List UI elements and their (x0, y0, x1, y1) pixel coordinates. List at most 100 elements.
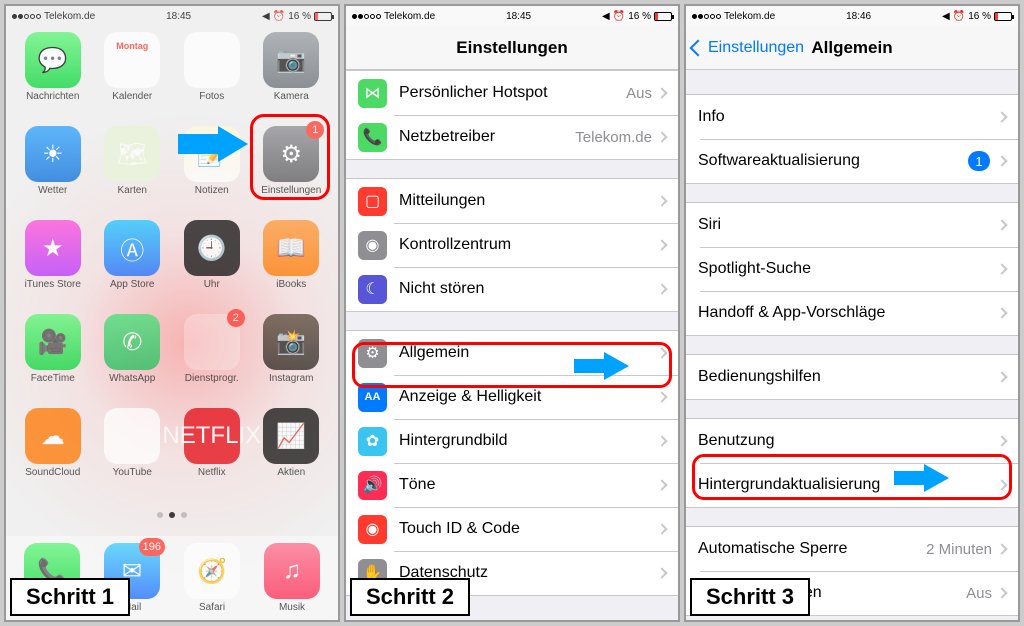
ibooks-icon: 📖 (263, 220, 319, 276)
row-personal-hotspot[interactable]: ⋈Persönlicher HotspotAus (346, 71, 678, 115)
app-maps[interactable]: 🗺Karten (96, 126, 170, 218)
alarm-icon: ⏰ (613, 11, 625, 22)
chevron-icon (656, 283, 667, 294)
app-appstore[interactable]: ⒶApp Store (96, 220, 170, 312)
status-bar: Telekom.de 18:45 ◀⏰16 % (346, 6, 678, 26)
panel-step1: Telekom.de 18:45 ◀ ⏰ 16 % 💬Nachrichten M… (4, 4, 340, 622)
row-sounds[interactable]: 🔊Töne (346, 463, 678, 507)
row-usage[interactable]: Benutzung (686, 419, 1018, 463)
app-messages[interactable]: 💬Nachrichten (16, 32, 90, 124)
row-spotlight[interactable]: Spotlight-Suche (686, 247, 1018, 291)
folder-icon: 2 (184, 314, 240, 370)
carrier-label: Telekom.de (724, 11, 775, 22)
home-grid: 💬Nachrichten Montag18Kalender ✿Fotos 📷Ka… (6, 26, 338, 500)
general-icon: ⚙ (358, 339, 387, 368)
row-do-not-disturb[interactable]: ☾Nicht stören (346, 267, 678, 311)
badge: 1 (306, 121, 324, 139)
carrier-icon: 📞 (358, 123, 387, 152)
signal-icon (352, 14, 381, 19)
status-bar: Telekom.de 18:46 ◀⏰16 % (686, 6, 1018, 26)
control-center-icon: ◉ (358, 231, 387, 260)
row-control-center[interactable]: ◉Kontrollzentrum (346, 223, 678, 267)
row-auto-lock[interactable]: Automatische Sperre2 Minuten (686, 527, 1018, 571)
app-youtube[interactable]: ▶YouTube (96, 408, 170, 500)
stocks-icon: 📈 (263, 408, 319, 464)
whatsapp-icon: ✆ (104, 314, 160, 370)
status-bar: Telekom.de 18:45 ◀ ⏰ 16 % (6, 6, 338, 26)
badge: 196 (139, 538, 165, 556)
chevron-icon (996, 263, 1007, 274)
step-label: Schritt 3 (690, 578, 810, 616)
signal-icon (12, 14, 41, 19)
battery-icon (994, 12, 1012, 21)
row-display-brightness[interactable]: AAAnzeige & Helligkeit (346, 375, 678, 419)
app-camera[interactable]: 📷Kamera (255, 32, 329, 124)
chevron-icon (656, 87, 667, 98)
row-siri[interactable]: Siri (686, 203, 1018, 247)
maps-icon: 🗺 (104, 126, 160, 182)
wallpaper-icon: ✿ (358, 427, 387, 456)
carrier-label: Telekom.de (384, 11, 435, 22)
battery-icon (654, 12, 672, 21)
app-clock[interactable]: 🕘Uhr (175, 220, 249, 312)
app-notes[interactable]: 📝Notizen (175, 126, 249, 218)
row-touchid[interactable]: ◉Touch ID & Code (346, 507, 678, 551)
row-about[interactable]: Info (686, 95, 1018, 139)
row-carrier[interactable]: 📞NetzbetreiberTelekom.de (346, 115, 678, 159)
chevron-icon (656, 479, 667, 490)
row-general[interactable]: ⚙Allgemein (346, 331, 678, 375)
panel-step3: Telekom.de 18:46 ◀⏰16 % Einstellungen Al… (684, 4, 1020, 622)
app-stocks[interactable]: 📈Aktien (255, 408, 329, 500)
app-calendar[interactable]: Montag18Kalender (96, 32, 170, 124)
app-facetime[interactable]: 🎥FaceTime (16, 314, 90, 406)
nav-bar: Einstellungen Allgemein (686, 26, 1018, 70)
messages-icon: 💬 (25, 32, 81, 88)
app-settings[interactable]: ⚙1 Einstellungen (255, 126, 329, 218)
app-utilities-folder[interactable]: 2Dienstprogr. (175, 314, 249, 406)
chevron-icon (996, 111, 1007, 122)
notes-icon: 📝 (184, 126, 240, 182)
calendar-icon: Montag18 (104, 32, 160, 88)
page-indicator[interactable] (6, 512, 338, 518)
app-whatsapp[interactable]: ✆WhatsApp (96, 314, 170, 406)
notifications-icon: ▢ (358, 187, 387, 216)
battery-percent: 16 % (968, 11, 991, 22)
battery-percent: 16 % (288, 11, 311, 22)
location-icon: ◀ (602, 11, 610, 22)
app-music[interactable]: ♫Musik (264, 543, 320, 613)
settings-list[interactable]: ⋈Persönlicher HotspotAus 📞NetzbetreiberT… (346, 70, 678, 620)
app-instagram[interactable]: 📸Instagram (255, 314, 329, 406)
dnd-icon: ☾ (358, 275, 387, 304)
hotspot-icon: ⋈ (358, 79, 387, 108)
chevron-icon (996, 435, 1007, 446)
page-title: Einstellungen (456, 38, 567, 58)
page-title: Allgemein (811, 38, 892, 58)
row-accessibility[interactable]: Bedienungshilfen (686, 355, 1018, 399)
app-photos[interactable]: ✿Fotos (175, 32, 249, 124)
app-itunes[interactable]: ★iTunes Store (16, 220, 90, 312)
app-safari[interactable]: 🧭Safari (184, 543, 240, 613)
weather-icon: ☀ (25, 126, 81, 182)
itunes-icon: ★ (25, 220, 81, 276)
row-software-update[interactable]: Softwareaktualisierung1 (686, 139, 1018, 183)
chevron-icon (996, 307, 1007, 318)
appstore-icon: Ⓐ (104, 220, 160, 276)
row-notifications[interactable]: ▢Mitteilungen (346, 179, 678, 223)
chevron-icon (996, 219, 1007, 230)
soundcloud-icon: ☁ (25, 408, 81, 464)
row-wallpaper[interactable]: ✿Hintergrundbild (346, 419, 678, 463)
general-list[interactable]: Info Softwareaktualisierung1 Siri Spotli… (686, 70, 1018, 620)
chevron-icon (656, 435, 667, 446)
app-weather[interactable]: ☀Wetter (16, 126, 90, 218)
status-time: 18:45 (506, 11, 531, 22)
app-netflix[interactable]: NETFLIXNetflix (175, 408, 249, 500)
chevron-icon (656, 523, 667, 534)
app-soundcloud[interactable]: ☁SoundCloud (16, 408, 90, 500)
app-ibooks[interactable]: 📖iBooks (255, 220, 329, 312)
row-background-refresh[interactable]: Hintergrundaktualisierung (686, 463, 1018, 507)
back-button[interactable]: Einstellungen (692, 26, 804, 70)
row-handoff[interactable]: Handoff & App-Vorschläge (686, 291, 1018, 335)
battery-percent: 16 % (628, 11, 651, 22)
facetime-icon: 🎥 (25, 314, 81, 370)
nav-bar: Einstellungen (346, 26, 678, 70)
